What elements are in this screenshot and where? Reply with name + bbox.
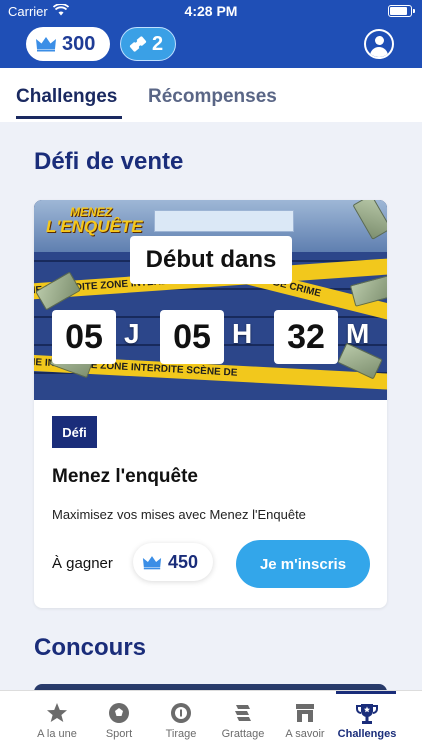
ticket-icon	[129, 36, 147, 52]
clock: 4:28 PM	[184, 3, 238, 19]
prize-amount: 450	[133, 543, 213, 581]
status-bar: Carrier 4:28 PM	[0, 0, 422, 22]
app-header: Carrier 4:28 PM 300 2	[0, 0, 422, 68]
nav-sport[interactable]: Sport	[88, 691, 150, 750]
challenge-title: Menez l'enquête	[52, 466, 198, 487]
nav-challenges[interactable]: Challenges	[336, 691, 398, 750]
register-button[interactable]: Je m'inscris	[236, 540, 370, 588]
tab-challenges[interactable]: Challenges	[16, 86, 117, 108]
nav-a-savoir[interactable]: A savoir	[274, 691, 336, 750]
nav-tirage[interactable]: Tirage	[150, 691, 212, 750]
countdown-unit-hours: H	[232, 318, 253, 349]
star-icon	[47, 703, 67, 722]
tab-bar: Challenges Récompenses	[0, 68, 422, 122]
countdown-unit-days: J	[124, 318, 140, 349]
store-icon	[296, 704, 314, 722]
nav-grattage[interactable]: Grattage	[212, 691, 274, 750]
countdown-unit-minutes: M	[346, 318, 370, 349]
crown-balance[interactable]: 300	[26, 27, 110, 61]
crown-icon	[142, 555, 162, 569]
challenge-description: Maximisez vos mises avec Menez l'Enquête	[52, 507, 306, 522]
countdown-minutes: 32	[274, 310, 338, 364]
countdown-label: Début dans	[130, 236, 292, 284]
scratch-icon	[235, 705, 251, 721]
ticket-count: 2	[152, 32, 164, 55]
crown-icon	[36, 37, 56, 52]
tab-recompenses[interactable]: Récompenses	[148, 86, 277, 108]
challenge-banner: ZONE INTERDITE ZONE INTERDITE SCÈNE DE S…	[34, 200, 387, 400]
trophy-icon	[356, 704, 378, 724]
game-logo: MENEZ L'ENQUÊTE	[46, 205, 143, 236]
lottery-ball-icon	[171, 703, 191, 723]
nav-a-la-une[interactable]: A la une	[26, 691, 88, 750]
section-title-sales: Défi de vente	[34, 148, 184, 175]
countdown-days: 05	[52, 310, 116, 364]
soccer-ball-icon	[109, 703, 129, 723]
crown-count: 300	[62, 32, 96, 55]
battery-icon	[388, 5, 415, 17]
profile-icon[interactable]	[364, 29, 394, 59]
bottom-navigation: A la une Sport Tirage Grattage A savoir …	[0, 690, 422, 750]
ticket-balance[interactable]: 2	[120, 27, 176, 61]
prize-label: À gagner	[52, 555, 113, 572]
active-tab-indicator	[16, 116, 122, 119]
countdown-hours: 05	[160, 310, 224, 364]
challenge-type-badge: Défi	[52, 416, 97, 448]
section-title-contest: Concours	[34, 634, 147, 661]
challenge-card[interactable]: ZONE INTERDITE ZONE INTERDITE SCÈNE DE S…	[34, 200, 387, 608]
